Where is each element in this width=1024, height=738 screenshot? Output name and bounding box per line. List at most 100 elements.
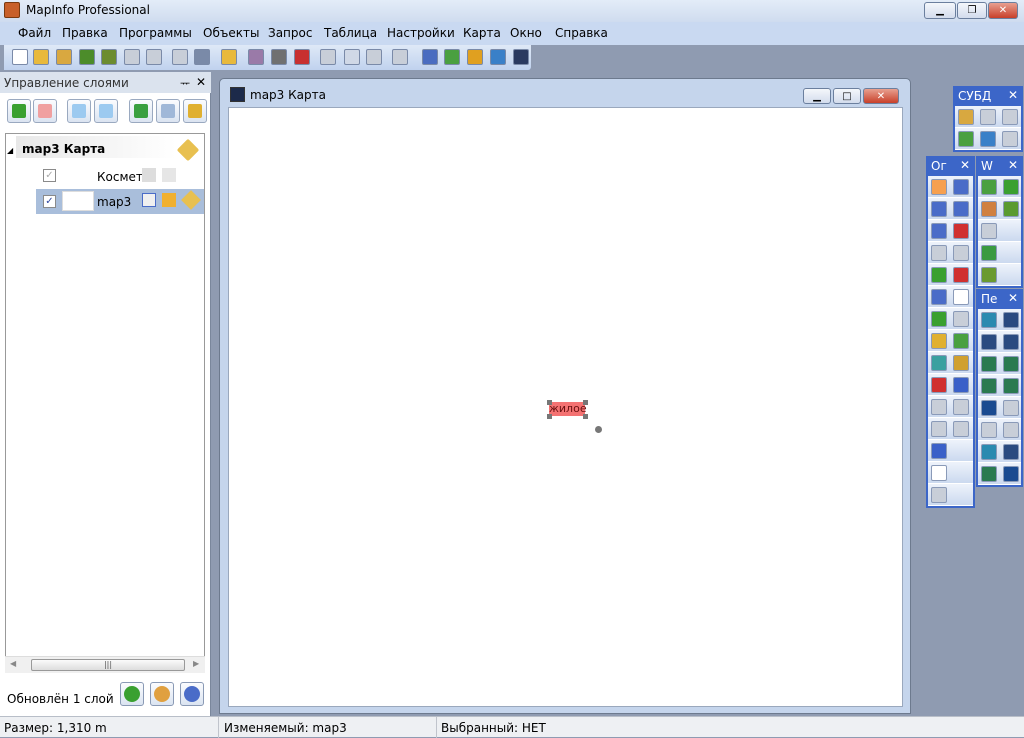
tool-icon[interactable] xyxy=(981,245,997,261)
tool-icon[interactable] xyxy=(981,422,997,438)
add-layer-button[interactable] xyxy=(7,99,31,123)
open-folder-icon[interactable] xyxy=(221,49,237,65)
help-button[interactable] xyxy=(180,682,204,706)
restore-button[interactable]: ❐ xyxy=(957,2,987,19)
save-copy-icon[interactable] xyxy=(194,49,210,65)
map-minimize-button[interactable]: ▁ xyxy=(803,88,831,104)
tool-icon[interactable] xyxy=(981,201,997,217)
label-icon[interactable] xyxy=(181,190,201,210)
horizontal-scrollbar[interactable]: ◀ ||| ▶ xyxy=(5,656,205,673)
open-icon[interactable] xyxy=(33,49,49,65)
tool-icon[interactable] xyxy=(953,223,969,239)
tool-icon[interactable] xyxy=(931,245,947,261)
tool-icon[interactable] xyxy=(953,421,969,437)
layer-row-selected[interactable]: ✓ map3 xyxy=(36,189,204,214)
layer-row[interactable]: ✓ Космет xyxy=(36,164,201,188)
save-workspace-icon[interactable] xyxy=(248,49,264,65)
new-browser-icon[interactable] xyxy=(422,49,438,65)
save-icon[interactable] xyxy=(172,49,188,65)
new-layout-icon[interactable] xyxy=(490,49,506,65)
tool-icon[interactable] xyxy=(1003,334,1019,350)
tool-icon[interactable] xyxy=(953,201,969,217)
menu-5[interactable]: Таблица xyxy=(324,26,377,40)
close-icon[interactable]: ✕ xyxy=(1008,88,1018,102)
menu-6[interactable]: Настройки xyxy=(387,26,455,40)
editable-icon[interactable] xyxy=(142,193,156,207)
tool-icon[interactable] xyxy=(931,377,947,393)
tool-icon[interactable] xyxy=(931,289,947,305)
move-down-button[interactable] xyxy=(94,99,118,123)
tool-icon[interactable] xyxy=(981,267,997,283)
map-maximize-button[interactable]: □ xyxy=(833,88,861,104)
tool-icon[interactable] xyxy=(953,311,969,327)
tool-icon[interactable] xyxy=(981,312,997,328)
tool-icon[interactable] xyxy=(931,399,947,415)
tool-icon[interactable] xyxy=(931,333,947,349)
tool-icon[interactable] xyxy=(953,179,969,195)
tool-icon[interactable] xyxy=(1003,179,1019,195)
tool-icon[interactable] xyxy=(981,334,997,350)
tool-icon[interactable] xyxy=(1003,400,1019,416)
layer-options-button[interactable] xyxy=(156,99,180,123)
map-close-button[interactable]: ✕ xyxy=(863,88,899,104)
layer-control-button[interactable] xyxy=(129,99,153,123)
label-icon[interactable] xyxy=(176,138,200,162)
new-redistrict-icon[interactable] xyxy=(513,49,529,65)
palette-title[interactable]: W ✕ xyxy=(978,158,1021,176)
tool-icon[interactable] xyxy=(958,109,974,125)
menu-9[interactable]: Справка xyxy=(555,26,608,40)
tool-icon[interactable] xyxy=(1003,201,1019,217)
tool-icon[interactable] xyxy=(1003,466,1019,482)
tool-icon[interactable] xyxy=(981,179,997,195)
tool-icon[interactable] xyxy=(953,267,969,283)
label-options-button[interactable] xyxy=(183,99,207,123)
close-icon[interactable]: ✕ xyxy=(960,158,970,172)
tool-icon[interactable] xyxy=(931,223,947,239)
open-workspace-icon[interactable] xyxy=(56,49,72,65)
scroll-left-icon[interactable]: ◀ xyxy=(10,659,16,668)
collapse-icon[interactable]: ◢ xyxy=(7,146,13,155)
new-icon[interactable] xyxy=(12,49,28,65)
scroll-right-icon[interactable]: ▶ xyxy=(193,659,199,668)
tool-icon[interactable] xyxy=(981,223,997,239)
close-button[interactable]: ✕ xyxy=(988,2,1018,19)
menu-8[interactable]: Окно xyxy=(510,26,542,40)
undo-icon[interactable] xyxy=(392,49,408,65)
disabled-icon[interactable] xyxy=(124,49,140,65)
print-pdf-icon[interactable] xyxy=(294,49,310,65)
selection-handle[interactable] xyxy=(547,414,552,419)
tool-icon[interactable] xyxy=(981,378,997,394)
tool-icon[interactable] xyxy=(958,131,974,147)
tool-icon[interactable] xyxy=(953,289,969,305)
tool-icon[interactable] xyxy=(953,377,969,393)
disabled-icon[interactable] xyxy=(146,49,162,65)
tool-icon[interactable] xyxy=(931,201,947,217)
map-canvas[interactable]: жилое xyxy=(228,107,903,707)
palette-title[interactable]: Ог ✕ xyxy=(928,158,973,176)
copy-icon[interactable] xyxy=(344,49,360,65)
status-editable[interactable]: Изменяемый: map3 xyxy=(224,721,347,735)
selection-handle[interactable] xyxy=(583,400,588,405)
tool-icon[interactable] xyxy=(931,311,947,327)
tool-icon[interactable] xyxy=(931,421,947,437)
map-label[interactable]: жилое xyxy=(549,402,587,416)
tool-icon[interactable] xyxy=(1003,422,1019,438)
menu-1[interactable]: Правка xyxy=(62,26,108,40)
cut-icon[interactable] xyxy=(320,49,336,65)
selection-handle[interactable] xyxy=(547,400,552,405)
close-icon[interactable]: ✕ xyxy=(196,75,206,89)
close-icon[interactable]: ✕ xyxy=(1008,158,1018,172)
power-button[interactable] xyxy=(120,682,144,706)
tool-icon[interactable] xyxy=(953,245,969,261)
tool-icon[interactable] xyxy=(1003,356,1019,372)
tool-icon[interactable] xyxy=(981,400,997,416)
remove-layer-button[interactable] xyxy=(33,99,57,123)
print-icon[interactable] xyxy=(271,49,287,65)
open-universal-icon[interactable] xyxy=(101,49,117,65)
tool-icon[interactable] xyxy=(931,465,947,481)
menu-4[interactable]: Запрос xyxy=(268,26,312,40)
scrollbar-thumb[interactable]: ||| xyxy=(31,659,185,671)
tree-root-map[interactable]: map3 Карта xyxy=(16,136,176,158)
tool-icon[interactable] xyxy=(1003,312,1019,328)
palette-title[interactable]: Пе ✕ xyxy=(978,291,1021,309)
